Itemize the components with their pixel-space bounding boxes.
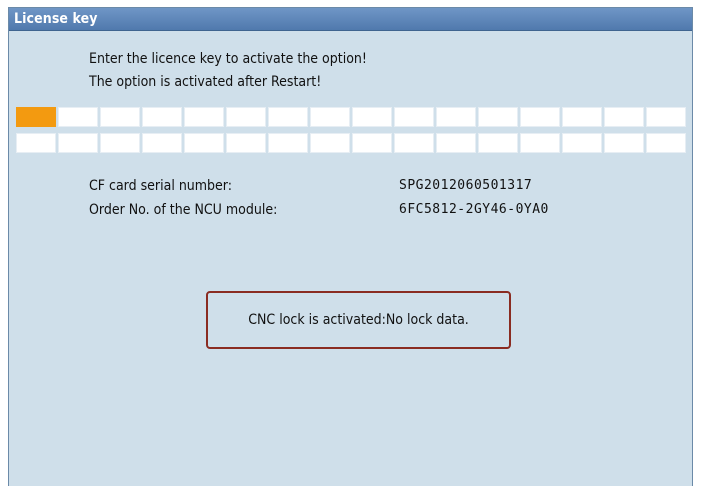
license-key-cell[interactable] [142, 107, 182, 127]
license-key-cell[interactable] [562, 133, 602, 153]
license-key-cell[interactable] [58, 133, 98, 153]
license-key-window: License key Enter the licence key to act… [8, 7, 693, 486]
license-key-cell[interactable] [520, 107, 560, 127]
cnc-lock-message-box: CNC lock is activated:No lock data. [206, 291, 511, 349]
instruction-line-1: Enter the licence key to activate the op… [89, 51, 367, 67]
license-key-cell[interactable] [16, 133, 56, 153]
license-key-cell[interactable] [352, 133, 392, 153]
license-key-cell[interactable] [352, 107, 392, 127]
license-key-cell[interactable] [16, 107, 56, 127]
license-key-cell[interactable] [478, 107, 518, 127]
license-key-cell[interactable] [604, 133, 644, 153]
license-key-cell[interactable] [58, 107, 98, 127]
license-key-cell[interactable] [268, 133, 308, 153]
instruction-line-2: The option is activated after Restart! [89, 74, 322, 90]
title-bar: License key [9, 8, 692, 31]
license-key-cell[interactable] [268, 107, 308, 127]
license-key-cell[interactable] [478, 133, 518, 153]
license-key-cell[interactable] [310, 107, 350, 127]
window-title: License key [14, 11, 98, 27]
license-key-cell[interactable] [100, 133, 140, 153]
license-key-cell[interactable] [184, 133, 224, 153]
cnc-lock-message: CNC lock is activated:No lock data. [248, 312, 469, 328]
license-key-cell[interactable] [184, 107, 224, 127]
license-key-cell[interactable] [604, 107, 644, 127]
license-key-row-2 [16, 133, 686, 153]
license-key-cell[interactable] [436, 107, 476, 127]
license-key-row-1 [16, 107, 686, 127]
ncu-order-number-label: Order No. of the NCU module: [89, 202, 278, 218]
license-key-cell[interactable] [646, 107, 686, 127]
cf-card-serial-label: CF card serial number: [89, 178, 232, 194]
license-key-cell[interactable] [520, 133, 560, 153]
license-key-cell[interactable] [226, 133, 266, 153]
license-key-cell[interactable] [310, 133, 350, 153]
license-key-cell[interactable] [394, 107, 434, 127]
license-key-cell[interactable] [646, 133, 686, 153]
ncu-order-number-value: 6FC5812-2GY46-0YA0 [399, 202, 549, 217]
license-key-cell[interactable] [226, 107, 266, 127]
license-key-cell[interactable] [142, 133, 182, 153]
cf-card-serial-value: SPG2012060501317 [399, 178, 533, 193]
license-key-cell[interactable] [436, 133, 476, 153]
license-key-cell[interactable] [562, 107, 602, 127]
license-key-cell[interactable] [394, 133, 434, 153]
license-key-cell[interactable] [100, 107, 140, 127]
